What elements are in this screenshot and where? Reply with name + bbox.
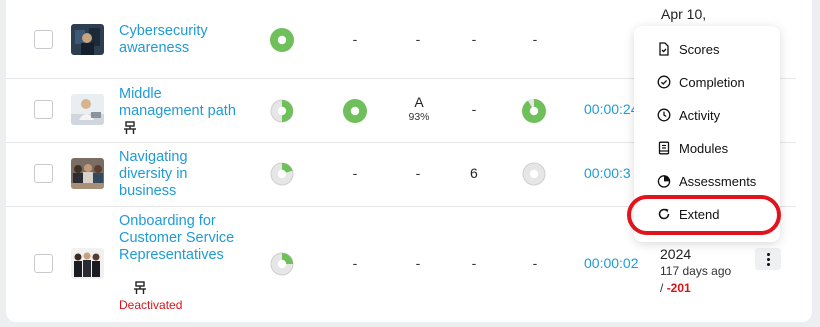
menu-item-modules[interactable]: Modules [634, 133, 780, 163]
grade-value: - [415, 31, 421, 47]
menu-item-label: Scores [679, 41, 720, 57]
scores-value: - [352, 31, 358, 47]
grade-value: - [415, 255, 421, 271]
scores-value: - [352, 255, 358, 271]
menu-item-completion[interactable]: Completion [634, 67, 780, 97]
menu-item-activity[interactable]: Activity [634, 100, 780, 130]
scores-value: - [352, 165, 358, 181]
file-check-icon [659, 42, 669, 56]
row-checkbox[interactable] [34, 30, 53, 49]
check-circle-icon [657, 75, 671, 89]
duration-value[interactable]: 00:00:02 [584, 255, 639, 271]
count-value: - [471, 101, 477, 117]
menu-item-assessments[interactable]: Assessments [634, 166, 780, 196]
course-thumbnail [71, 24, 104, 55]
book-icon [658, 141, 670, 155]
menu-item-label: Activity [679, 107, 721, 123]
count-value: 6 [470, 165, 478, 181]
completion-pie-2 [343, 99, 367, 123]
delta-slash: / [660, 281, 664, 295]
course-title[interactable]: Onboarding for Customer Service Represen… [119, 213, 239, 264]
menu-item-label: Modules [679, 140, 729, 156]
grade-letter: A [414, 94, 424, 110]
completion-pie [270, 162, 294, 186]
course-title[interactable]: Cybersecurity awareness [119, 23, 239, 57]
pie-chart-icon [657, 175, 671, 188]
duration-value[interactable]: 00:00:3 [584, 165, 631, 181]
clock-icon [657, 108, 671, 122]
team-icon [134, 281, 146, 294]
row-checkbox[interactable] [34, 254, 53, 273]
course-thumbnail [71, 94, 104, 125]
row-checkbox[interactable] [34, 100, 53, 119]
progress-pie [522, 162, 546, 186]
completion-pie [270, 99, 294, 123]
extra-value: - [532, 31, 538, 47]
row-actions-button[interactable] [755, 248, 781, 270]
menu-item-scores[interactable]: Scores [634, 34, 780, 64]
menu-item-label: Assessments [679, 173, 757, 189]
completion-pie [270, 252, 294, 276]
menu-item-label: Completion [679, 74, 745, 90]
grade-value: - [415, 165, 421, 181]
grade-cell: A 93% [399, 94, 439, 123]
course-title[interactable]: Navigating diversity in business [119, 149, 239, 200]
team-icon [124, 121, 136, 134]
row-checkbox[interactable] [34, 164, 53, 183]
duration-value[interactable]: 00:00:24 [584, 101, 639, 117]
highlight-ring [627, 195, 781, 235]
course-thumbnail [71, 158, 104, 189]
days-ago: 117 days ago [660, 264, 732, 278]
delta-value: -201 [666, 281, 691, 295]
status-badge: Deactivated [119, 298, 183, 312]
completion-pie [270, 28, 294, 52]
extra-value: - [532, 255, 538, 271]
delta-row: / -201 [660, 281, 691, 295]
course-title[interactable]: Middle management path [119, 86, 239, 137]
progress-pie [522, 99, 546, 123]
course-thumbnail [71, 248, 104, 279]
count-value: - [471, 31, 477, 47]
course-title-text: Middle management path [119, 86, 236, 119]
due-year: 2024 [660, 246, 692, 262]
due-date: Apr 10, [661, 6, 707, 22]
grade-percent: 93% [408, 111, 430, 123]
count-value: - [471, 255, 477, 271]
